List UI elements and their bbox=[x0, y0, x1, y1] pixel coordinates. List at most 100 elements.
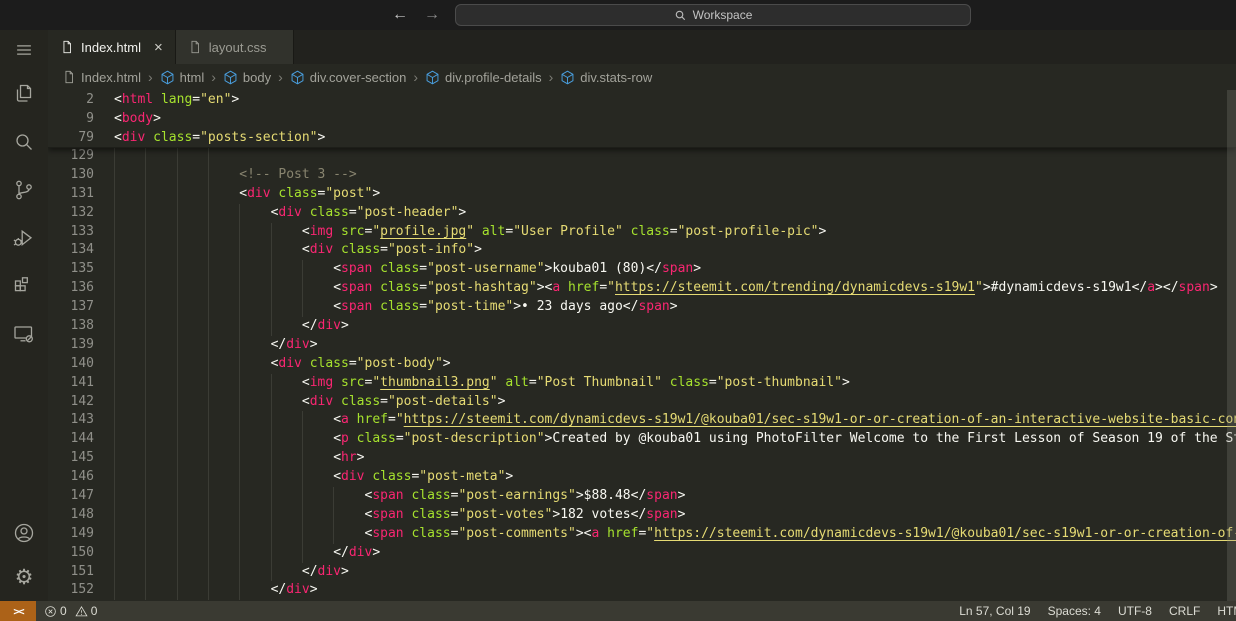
workspace-search-box[interactable]: Workspace bbox=[455, 4, 971, 26]
indent-guide bbox=[208, 204, 239, 223]
indent-guide bbox=[145, 374, 176, 393]
indent-guide bbox=[145, 355, 176, 374]
status-item-html[interactable]: HTML bbox=[1217, 601, 1236, 621]
breadcrumb-symbol[interactable]: div.cover-section bbox=[290, 70, 406, 85]
code-line[interactable]: 139 </div> bbox=[48, 336, 1236, 355]
code-token: = bbox=[599, 280, 608, 296]
indent-guide bbox=[302, 430, 333, 449]
remote-indicator-button[interactable]: >< bbox=[0, 601, 36, 621]
code-line[interactable]: 136 <span class="post-hashtag"><a href="… bbox=[48, 279, 1236, 298]
code-token: > bbox=[575, 488, 584, 504]
code-token: "post-time" bbox=[427, 299, 514, 315]
tab-label: layout.css bbox=[208, 39, 267, 55]
indent-guide bbox=[114, 430, 145, 449]
tab-label: Index.html bbox=[81, 39, 141, 55]
status-item-utf-8[interactable]: UTF-8 bbox=[1118, 601, 1152, 621]
vertical-scrollbar[interactable] bbox=[1227, 90, 1236, 601]
breadcrumb-file[interactable]: Index.html bbox=[62, 70, 141, 85]
code-line[interactable]: 132 <div class="post-header"> bbox=[48, 204, 1236, 223]
code-line[interactable]: 135 <span class="post-username">kouba01 … bbox=[48, 260, 1236, 279]
indent-guide bbox=[239, 279, 270, 298]
breadcrumb-symbol[interactable]: div.stats-row bbox=[560, 70, 652, 85]
indent-guide bbox=[177, 317, 208, 336]
code-token: < bbox=[114, 130, 122, 145]
activity-bar-item-extensions[interactable] bbox=[0, 262, 48, 310]
code-line[interactable]: 140 <div class="post-body"> bbox=[48, 355, 1236, 374]
activity-bar-item-explorer[interactable] bbox=[0, 70, 48, 118]
code-line[interactable]: 145 <hr> bbox=[48, 449, 1236, 468]
code-token: https://steemit.com/dynamicdevs-s19w1/@k… bbox=[654, 525, 1236, 541]
activity-bar-item-search[interactable] bbox=[0, 118, 48, 166]
code-line[interactable]: 151 </div> bbox=[48, 563, 1236, 582]
indent-guide bbox=[114, 506, 145, 525]
code-line[interactable]: 152 </div> bbox=[48, 581, 1236, 600]
code-line[interactable]: 144 <p class="post-description">Created … bbox=[48, 430, 1236, 449]
indent-guide bbox=[177, 430, 208, 449]
problems-status[interactable]: 0 0 bbox=[36, 601, 105, 621]
code-line[interactable]: 146 <div class="post-meta"> bbox=[48, 468, 1236, 487]
code-token: div bbox=[278, 204, 302, 220]
activity-bar-item-remote-explorer[interactable] bbox=[0, 310, 48, 358]
code-token: < bbox=[301, 242, 310, 258]
breadcrumb-symbol[interactable]: div.profile-details bbox=[425, 70, 542, 85]
code-line[interactable]: 137 <span class="post-time">• 23 days ag… bbox=[48, 298, 1236, 317]
code-token: img bbox=[309, 374, 334, 390]
line-number: 151 bbox=[70, 563, 94, 579]
activity-bar-item-run-debug[interactable] bbox=[0, 214, 48, 262]
indent-guide bbox=[145, 241, 176, 260]
code-line[interactable]: 79 <div class="posts-section"> bbox=[48, 128, 1236, 147]
indent-guide bbox=[114, 317, 145, 336]
code-token: span bbox=[341, 261, 373, 277]
code-line-text: </div> bbox=[114, 544, 1236, 563]
code-line[interactable]: 2 <html lang="en"> bbox=[48, 90, 1236, 109]
code-line[interactable]: 133 <img src="profile.jpg" alt="User Pro… bbox=[48, 223, 1236, 242]
code-line[interactable]: 141 <img src="thumbnail3.png" alt="Post … bbox=[48, 374, 1236, 393]
breadcrumb-symbol-label: div.profile-details bbox=[445, 69, 542, 85]
back-arrow-icon[interactable]: ← bbox=[392, 6, 408, 24]
indent-guide bbox=[145, 393, 176, 412]
code-token: </ bbox=[630, 506, 647, 522]
line-number: 2 bbox=[86, 92, 94, 107]
code-area: 129 130 <!-- Post 3 --> 131 <div class="p… bbox=[48, 147, 1236, 600]
code-line[interactable]: 134 <div class="post-info"> bbox=[48, 241, 1236, 260]
code-line[interactable]: 143 <a href="https://steemit.com/dynamic… bbox=[48, 411, 1236, 430]
code-line[interactable]: 147 <span class="post-earnings">$88.48</… bbox=[48, 487, 1236, 506]
code-line[interactable]: 149 <span class="post-comments"><a href=… bbox=[48, 525, 1236, 544]
code-line[interactable]: 129 bbox=[48, 147, 1236, 166]
breadcrumb-symbol[interactable]: body bbox=[223, 70, 271, 85]
code-line-text: <span class="post-username">kouba01 (80)… bbox=[114, 260, 1236, 279]
activity-bar-item-settings[interactable]: ⚙ bbox=[0, 553, 48, 601]
indent-guide bbox=[208, 525, 239, 544]
code-token: " bbox=[466, 223, 475, 239]
activity-bar-item-source-control[interactable] bbox=[0, 166, 48, 214]
code-line[interactable]: 150 </div> bbox=[48, 544, 1236, 563]
code-line[interactable]: 130 <!-- Post 3 --> bbox=[48, 166, 1236, 185]
activity-bar-item-menu[interactable] bbox=[0, 30, 48, 70]
code-token: "post-username" bbox=[427, 261, 545, 277]
code-token: > bbox=[536, 280, 545, 296]
breadcrumb-symbol[interactable]: html bbox=[160, 70, 204, 85]
code-line[interactable]: 148 <span class="post-votes">182 votes</… bbox=[48, 506, 1236, 525]
tab-layout.css[interactable]: layout.css bbox=[175, 30, 294, 64]
status-item-ln-57-col-19[interactable]: Ln 57, Col 19 bbox=[959, 601, 1030, 621]
code-token: = bbox=[387, 412, 396, 428]
forward-arrow-icon[interactable]: → bbox=[424, 6, 440, 24]
code-line[interactable]: 131 <div class="post"> bbox=[48, 185, 1236, 204]
indent-guide bbox=[208, 260, 239, 279]
code-token: "post-earnings" bbox=[458, 488, 576, 504]
status-item-spaces-4[interactable]: Spaces: 4 bbox=[1048, 601, 1101, 621]
status-item-crlf[interactable]: CRLF bbox=[1169, 601, 1200, 621]
activity-bar-item-accounts[interactable] bbox=[0, 513, 48, 553]
close-icon[interactable]: × bbox=[154, 40, 163, 55]
code-token: </ bbox=[301, 563, 318, 579]
code-line[interactable]: 138 </div> bbox=[48, 317, 1236, 336]
error-icon bbox=[45, 605, 56, 617]
tab-Index.html[interactable]: Index.html × bbox=[48, 30, 176, 64]
indent-guide bbox=[145, 204, 176, 223]
editor[interactable]: 2 <html lang="en"> 9 <body> 79 <div class="po… bbox=[48, 90, 1236, 601]
indent-guide bbox=[271, 506, 302, 525]
code-token: lang bbox=[160, 92, 193, 107]
code-line[interactable]: 142 <div class="post-details"> bbox=[48, 393, 1236, 412]
code-line[interactable]: 9 <body> bbox=[48, 109, 1236, 128]
